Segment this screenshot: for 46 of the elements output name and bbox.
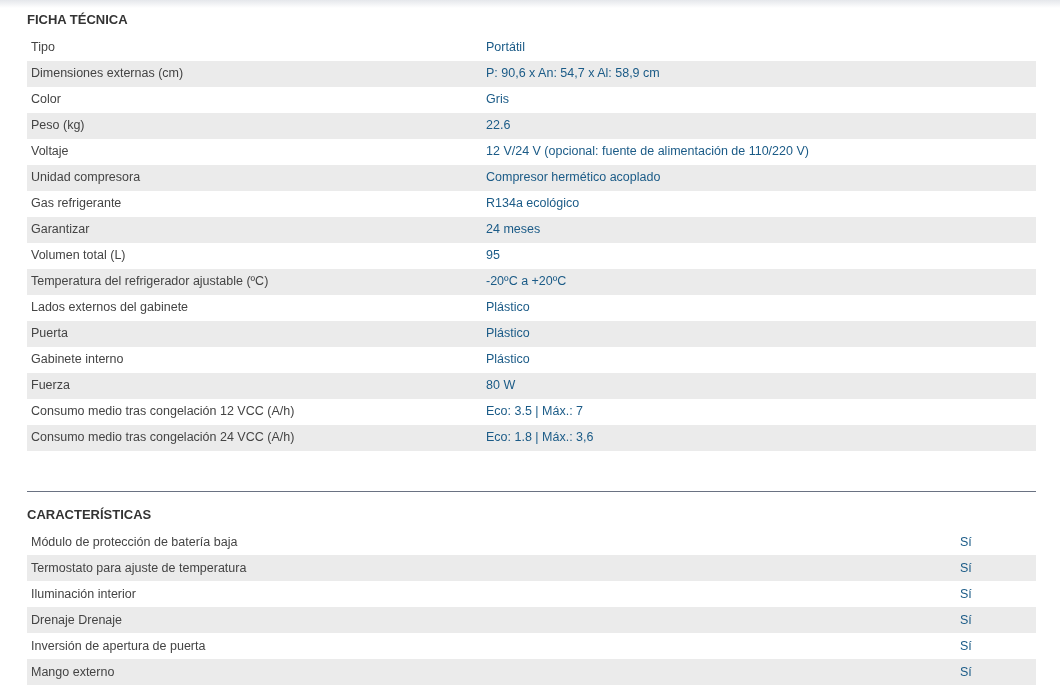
spec-label: Módulo de protección de batería baja (30, 533, 239, 551)
spec-value: 24 meses (486, 221, 541, 239)
spec-label: Color (30, 91, 62, 109)
spec-label: Drenaje Drenaje (30, 611, 124, 629)
spec-label: Termostato para ajuste de temperatura (30, 559, 248, 577)
spec-value: Eco: 3.5 | Máx.: 7 (486, 403, 584, 421)
spec-value: 12 V/24 V (opcional: fuente de alimentación de 110/220 V) (486, 143, 809, 161)
spec-value: Sí (960, 611, 972, 629)
spec-value: -20ºC a +20ºC (486, 273, 567, 291)
spec-label: Inversión de apertura de puerta (30, 637, 207, 655)
spec-label: Consumo medio tras congelación 24 VCC (A/h) (30, 429, 296, 447)
spec-value: Compresor hermético acoplado (486, 169, 661, 187)
spec-label: Mango externo (30, 663, 116, 681)
spec-value: Sí (960, 663, 972, 681)
spec-label: Tipo (30, 39, 56, 57)
spec-label: Gabinete interno (30, 351, 125, 369)
spec-value: Plástico (486, 299, 530, 317)
spec-value: Portátil (486, 39, 525, 57)
spec-label: Gas refrigerante (30, 195, 123, 213)
spec-label: Consumo medio tras congelación 12 VCC (A/h) (30, 403, 296, 421)
spec-value: 95 (486, 247, 500, 265)
spec-value: Sí (960, 637, 972, 655)
spec-label: Volumen total (L) (30, 247, 127, 265)
spec-value: Plástico (486, 325, 530, 343)
spec-label: Fuerza (30, 377, 71, 395)
spec-label: Peso (kg) (30, 117, 86, 135)
spec-label: Iluminación interior (30, 585, 137, 603)
spec-value: Plástico (486, 351, 530, 369)
spec-value: Sí (960, 533, 972, 551)
spec-value: Eco: 1.8 | Máx.: 3,6 (486, 429, 594, 447)
spec-value: Sí (960, 585, 972, 603)
spec-label: Temperatura del refrigerador ajustable (ºC) (30, 273, 270, 291)
section-title: FICHA TÉCNICA (27, 11, 129, 29)
spec-value: P: 90,6 x An: 54,7 x Al: 58,9 cm (486, 65, 660, 83)
spec-value: Sí (960, 559, 972, 577)
spec-label: Dimensiones externas (cm) (30, 65, 185, 83)
spec-label: Puerta (30, 325, 69, 343)
spec-label: Unidad compresora (30, 169, 142, 187)
spec-value: Gris (486, 91, 509, 109)
spec-value: R134a ecológico (486, 195, 580, 213)
spec-label: Voltaje (30, 143, 70, 161)
section-title: CARACTERÍSTICAS (27, 505, 153, 524)
spec-label: Lados externos del gabinete (30, 299, 190, 317)
spec-value: 80 W (486, 377, 516, 395)
spec-value: 22.6 (486, 117, 511, 135)
spec-label: Garantizar (30, 221, 91, 239)
